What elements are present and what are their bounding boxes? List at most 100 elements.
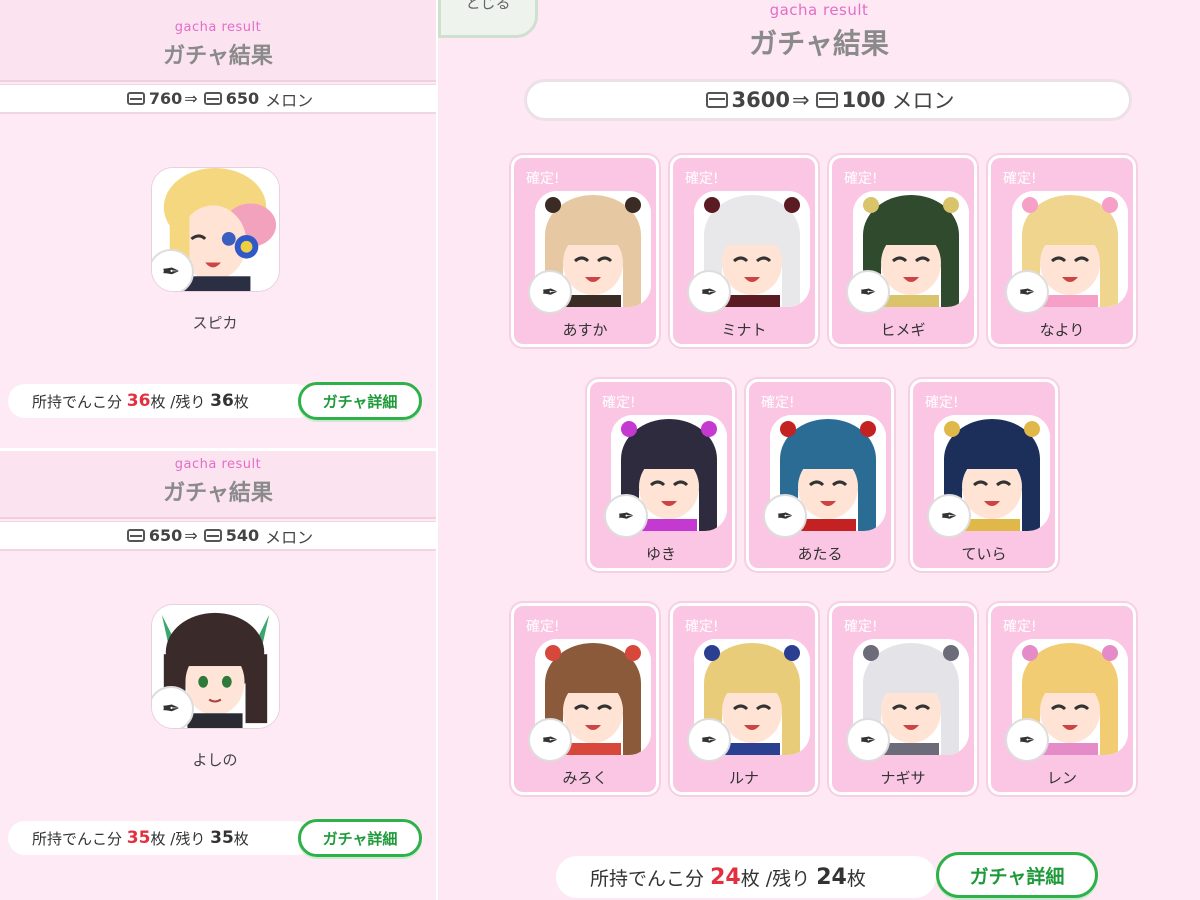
melon-after: 540 (225, 526, 260, 545)
guaranteed-badge: 確定! (1003, 619, 1037, 635)
result-card[interactable]: 確定! ✒ ていら (910, 379, 1058, 571)
character-name: なより (1039, 321, 1085, 339)
owned-count: 36 (126, 391, 151, 411)
melon-balance: 3600 ⇒ 100 メロン (524, 79, 1132, 121)
feather-icon: ✒ (1005, 270, 1049, 314)
feather-icon: ✒ (846, 270, 890, 314)
character-name: ゆき (645, 545, 676, 563)
character-name: あたる (797, 545, 843, 563)
owned-count: 35 (126, 828, 151, 848)
ticket-icon (705, 92, 728, 108)
feather-icon: ✒ (846, 718, 890, 762)
remain-prefix: /残り (170, 392, 206, 411)
result-card[interactable]: 確定! ✒ ミナト (670, 155, 818, 347)
melon-before: 650 (148, 526, 183, 545)
character-name: みろく (562, 769, 608, 787)
ownership-status: 所持でんこ分 24 枚 /残り 24 枚 (556, 856, 936, 898)
result-card[interactable]: 確定! ✒ ゆき (587, 379, 735, 571)
remain-prefix: /残り (765, 867, 811, 890)
guaranteed-badge: 確定! (685, 171, 719, 187)
melon-unit: メロン (265, 90, 314, 110)
result-card[interactable]: 確定! ✒ あすか (511, 155, 659, 347)
character-portrait-yoshino[interactable]: ✒ (151, 604, 280, 729)
result-card[interactable]: 確定! ✒ ルナ (670, 603, 818, 795)
remain-prefix: /残り (170, 829, 206, 848)
ticket-icon (126, 529, 145, 542)
guaranteed-badge: 確定! (925, 395, 959, 411)
feather-icon: ✒ (152, 686, 194, 728)
character-name: スピカ (192, 314, 238, 332)
feather-icon: ✒ (528, 718, 572, 762)
ticket-icon (203, 529, 222, 542)
guaranteed-badge: 確定! (602, 395, 636, 411)
arrow: ⇒ (792, 88, 810, 112)
feather-icon: ✒ (687, 270, 731, 314)
status-prefix: 所持でんこ分 (32, 829, 123, 848)
result-card[interactable]: 確定! ✒ ナギサ (829, 603, 977, 795)
gacha-result-main: とじる gacha result ガチャ結果 3600 ⇒ 100 メロン 確定… (438, 0, 1200, 900)
feather-icon: ✒ (604, 494, 648, 538)
character-name: ミナト (721, 321, 767, 339)
count-unit: 枚 (150, 392, 166, 411)
melon-before: 760 (148, 89, 183, 108)
character-name: ナギサ (880, 769, 926, 787)
status-prefix: 所持でんこ分 (590, 867, 705, 890)
character-name: ルナ (728, 769, 759, 787)
guaranteed-badge: 確定! (761, 395, 795, 411)
guaranteed-badge: 確定! (685, 619, 719, 635)
page-title: ガチャ結果 (163, 481, 273, 506)
ticket-icon (126, 92, 145, 105)
remain-count: 24 (816, 864, 847, 890)
gacha-detail-button[interactable]: ガチャ詳細 (298, 819, 422, 857)
melon-balance: 760 ⇒ 650 メロン (0, 84, 436, 114)
result-card[interactable]: 確定! ✒ みろく (511, 603, 659, 795)
character-name: レン (1046, 769, 1077, 787)
ownership-status: 所持でんこ分 36 枚 /残り 36 枚 (8, 384, 313, 418)
melon-balance: 650 ⇒ 540 メロン (0, 521, 436, 551)
count-unit: 枚 (150, 829, 166, 848)
character-name: あすか (562, 321, 608, 339)
subtitle: gacha result (174, 457, 262, 472)
remain-count: 36 (210, 391, 234, 411)
character-name: よしの (192, 751, 238, 769)
melon-unit: メロン (265, 527, 314, 547)
ticket-icon (815, 92, 838, 108)
guaranteed-badge: 確定! (1003, 171, 1037, 187)
ownership-status: 所持でんこ分 35 枚 /残り 35 枚 (8, 821, 313, 855)
count-unit: 枚 (846, 867, 866, 890)
result-card[interactable]: 確定! ✒ ヒメギ (829, 155, 977, 347)
ticket-icon (203, 92, 222, 105)
subtitle: gacha result (174, 20, 262, 35)
gacha-result-panel-a: gacha result ガチャ結果 760 ⇒ 650 メロン ✒ スピカ 所… (0, 0, 436, 448)
guaranteed-badge: 確定! (526, 619, 560, 635)
gacha-result-panel-b: gacha result ガチャ結果 650 ⇒ 540 メロン ✒ よしの 所… (0, 451, 436, 900)
gacha-detail-button[interactable]: ガチャ詳細 (298, 382, 422, 420)
melon-unit: メロン (891, 89, 955, 113)
page-title: ガチャ結果 (163, 44, 273, 69)
owned-count: 24 (710, 864, 741, 890)
result-card[interactable]: 確定! ✒ あたる (746, 379, 894, 571)
character-name: ていら (961, 545, 1007, 563)
subtitle: gacha result (769, 1, 869, 19)
feather-icon: ✒ (152, 249, 194, 291)
melon-before: 3600 (731, 88, 790, 112)
result-card[interactable]: 確定! ✒ レン (988, 603, 1136, 795)
feather-icon: ✒ (687, 718, 731, 762)
melon-after: 650 (225, 89, 260, 108)
guaranteed-badge: 確定! (526, 171, 560, 187)
count-unit: 枚 (740, 867, 760, 890)
result-card[interactable]: 確定! ✒ なより (988, 155, 1136, 347)
character-portrait-spica[interactable]: ✒ (151, 167, 280, 292)
remain-count: 35 (210, 828, 234, 848)
arrow: ⇒ (184, 89, 198, 108)
gacha-detail-button[interactable]: ガチャ詳細 (936, 852, 1098, 898)
count-unit: 枚 (233, 829, 249, 848)
feather-icon: ✒ (528, 270, 572, 314)
count-unit: 枚 (233, 392, 249, 411)
feather-icon: ✒ (927, 494, 971, 538)
guaranteed-badge: 確定! (844, 619, 878, 635)
arrow: ⇒ (184, 526, 198, 545)
gacha-screens: gacha result ガチャ結果 760 ⇒ 650 メロン ✒ スピカ 所… (0, 0, 1200, 900)
feather-icon: ✒ (763, 494, 807, 538)
character-name: ヒメギ (880, 321, 926, 339)
